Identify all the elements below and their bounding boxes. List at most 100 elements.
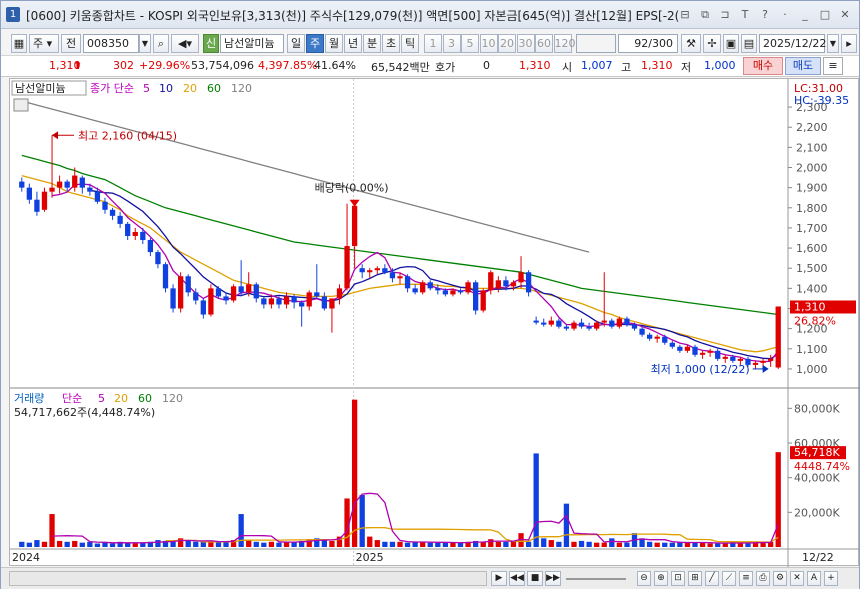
zoom-in-icon[interactable]: ⊕: [654, 571, 668, 586]
volume-bar: [435, 542, 441, 547]
market-select[interactable]: 주 ▾: [29, 34, 59, 53]
interval-custom-input[interactable]: [576, 34, 616, 53]
settings-toggle[interactable]: ≡: [823, 57, 843, 75]
trend-icon[interactable]: ⟋: [722, 571, 736, 586]
candle-body: [389, 272, 396, 279]
data-count-field[interactable]: 92/300: [618, 34, 678, 53]
sound-icon[interactable]: ◀▾: [171, 34, 199, 53]
volume-bar: [488, 539, 494, 547]
stock-code-input[interactable]: 008350: [83, 34, 139, 53]
period-tab-0[interactable]: 일: [287, 34, 305, 53]
interval-button-1[interactable]: 1: [424, 34, 442, 53]
candle-body: [299, 302, 305, 307]
font-icon[interactable]: A: [807, 571, 821, 586]
config-icon[interactable]: ⚙: [773, 571, 787, 586]
period-tab-4[interactable]: 분: [363, 34, 381, 53]
candle-body: [768, 358, 774, 361]
next-icon[interactable]: ▸: [841, 34, 857, 53]
volume-bar: [563, 503, 570, 547]
candle-body: [465, 282, 471, 293]
calendar-icon[interactable]: ▤: [741, 34, 757, 53]
tool-icon[interactable]: ⚒: [681, 34, 701, 53]
volume-bar: [215, 541, 222, 547]
interval-button-5[interactable]: 5: [461, 34, 479, 53]
line-icon[interactable]: ╱: [705, 571, 719, 586]
window-number-badge: 1: [6, 7, 20, 22]
candle-body: [715, 350, 721, 359]
period-tab-5[interactable]: 초: [382, 34, 400, 53]
period-tab-3[interactable]: 년: [344, 34, 362, 53]
candle-body: [109, 209, 116, 216]
volume-bar: [41, 541, 48, 547]
forward-icon[interactable]: ▶▶: [545, 571, 561, 586]
fib-icon[interactable]: ≡: [739, 571, 753, 586]
chart-area[interactable]: 2,300 2,200 2,100 2,000 1,900 1,800 1,700 1,600…: [9, 78, 860, 567]
candle-body: [639, 328, 645, 335]
candle-body: [291, 296, 297, 303]
tile-icon[interactable]: ⧉: [697, 7, 713, 22]
crosshair-icon[interactable]: ✢: [703, 34, 721, 53]
print-icon[interactable]: ⎙: [756, 571, 770, 586]
date-field[interactable]: 2025/12/22: [759, 34, 826, 53]
candle-body: [34, 199, 40, 212]
minimize-icon[interactable]: _: [797, 7, 813, 22]
candle-body: [147, 240, 154, 253]
buy-button[interactable]: 매수: [743, 57, 783, 75]
up-arrow-icon: ⬆: [73, 59, 83, 72]
candle-body: [117, 215, 123, 224]
add-icon[interactable]: +: [824, 571, 838, 586]
candle-body: [321, 296, 328, 309]
volume-bar: [503, 541, 509, 547]
fit-icon[interactable]: ⊡: [671, 571, 685, 586]
search-icon[interactable]: ⌕: [153, 34, 169, 53]
volume-bar: [525, 541, 532, 547]
interval-button-120[interactable]: 120: [553, 34, 576, 53]
period-tab-2[interactable]: 월: [325, 34, 343, 53]
interval-button-60[interactable]: 60: [535, 34, 553, 53]
candle-body: [306, 292, 312, 307]
period-tab-1[interactable]: 주: [306, 34, 324, 53]
volume-bar: [692, 542, 698, 547]
zoom-out-icon[interactable]: ⊖: [637, 571, 651, 586]
candle-body: [132, 231, 138, 236]
interval-button-10[interactable]: 10: [479, 34, 498, 53]
price-tick-label: 1,600: [796, 242, 828, 255]
candle-body: [684, 346, 691, 351]
grid-icon[interactable]: ▦: [11, 34, 27, 53]
candle-body: [374, 268, 380, 271]
price-tick-label: 1,100: [796, 343, 828, 356]
pin-icon[interactable]: ⊐: [717, 7, 733, 22]
help-icon[interactable]: ?: [757, 7, 773, 22]
candle-body: [397, 276, 403, 279]
split-icon[interactable]: ⊞: [688, 571, 702, 586]
rewind-icon[interactable]: ◀◀: [509, 571, 525, 586]
close-icon[interactable]: ✕: [837, 7, 853, 22]
more-icon[interactable]: ·: [777, 7, 793, 22]
volume-bar: [427, 542, 433, 547]
save-icon[interactable]: ▣: [723, 34, 739, 53]
date-dropdown-icon[interactable]: ▼: [827, 34, 839, 53]
text-icon[interactable]: T: [737, 7, 753, 22]
volume-bar: [715, 543, 721, 547]
volume-bar: [541, 538, 547, 547]
sell-button[interactable]: 매도: [785, 57, 821, 75]
interval-button-3[interactable]: 3: [442, 34, 461, 53]
play-icon[interactable]: ▶: [491, 571, 507, 586]
candle-body: [563, 326, 570, 329]
candle-body: [329, 298, 335, 309]
interval-button-30[interactable]: 30: [516, 34, 535, 53]
maximize-icon[interactable]: □: [817, 7, 833, 22]
period-tab-6[interactable]: 틱: [401, 34, 419, 53]
scroll-track[interactable]: [9, 571, 487, 586]
prefix-button[interactable]: 전: [61, 34, 81, 53]
link-icon[interactable]: ⊟: [677, 7, 693, 22]
delete-icon[interactable]: ✕: [790, 571, 804, 586]
chevron-down-icon[interactable]: ▼: [139, 34, 151, 53]
interval-button-20[interactable]: 20: [498, 34, 516, 53]
candle-body: [208, 288, 214, 315]
candle-body: [472, 282, 479, 311]
stop-icon[interactable]: ■: [527, 571, 543, 586]
volume-bar: [374, 540, 380, 547]
zoom-slider[interactable]: [566, 571, 626, 586]
scroll-thumb[interactable]: [10, 572, 486, 585]
